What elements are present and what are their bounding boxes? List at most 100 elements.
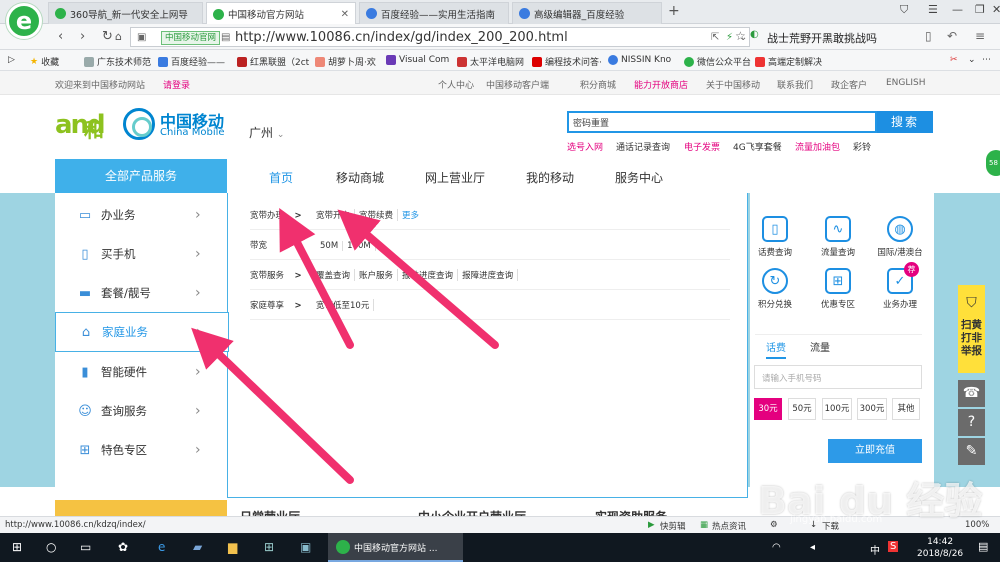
hot-keyword[interactable]: 流量加油包: [795, 140, 840, 153]
hot-keyword[interactable]: 4G飞享套餐: [733, 140, 782, 153]
store-icon[interactable]: ⊞: [264, 540, 274, 554]
folder-icon[interactable]: ▆: [228, 540, 237, 554]
sidebar-toggle-icon[interactable]: ▷: [8, 55, 15, 65]
undo-icon[interactable]: ↶: [947, 29, 957, 43]
hot-keyword[interactable]: 通话记录查询: [616, 140, 670, 153]
city-selector[interactable]: 广州 ⌄: [249, 124, 284, 141]
browser-tab[interactable]: 百度经验——实用生活指南: [359, 2, 509, 24]
top-link[interactable]: 联系我们: [777, 78, 813, 91]
bookmark[interactable]: 编程技术问答·: [532, 55, 602, 68]
top-link[interactable]: 中国移动客户端: [486, 78, 549, 91]
cortana-icon[interactable]: ○: [46, 540, 56, 554]
recharge-button[interactable]: 立即充值: [828, 439, 922, 463]
apps-icon[interactable]: ⋯: [982, 55, 991, 65]
nav-service-center[interactable]: 服务中心: [615, 169, 663, 186]
amount-option[interactable]: 50元: [788, 398, 816, 420]
sidebar-item-business[interactable]: ▭ 办业务 ›: [55, 195, 227, 235]
phone-icon[interactable]: ▯: [925, 29, 932, 43]
lightning-icon[interactable]: ⚡: [726, 32, 733, 43]
forward-icon[interactable]: ›: [80, 29, 85, 44]
status-item[interactable]: 快剪辑: [660, 520, 686, 532]
sidebar-item-special[interactable]: ⊞ 特色专区 ›: [55, 430, 227, 470]
panel-link[interactable]: 宽带开户: [312, 209, 356, 221]
top-link[interactable]: ENGLISH: [886, 78, 926, 88]
star-icon[interactable]: ☆: [735, 29, 746, 43]
browser-search-text[interactable]: 战士荒野开黑敢挑战吗: [767, 30, 877, 46]
quick-business-handle[interactable]: ✓ 业务办理: [872, 268, 928, 310]
bookmark[interactable]: 高端定制解决: [755, 55, 822, 68]
top-link[interactable]: 个人中心: [438, 78, 474, 91]
url-input[interactable]: ▣ 中国移动官网 ▤ http://www.10086.cn/index/gd/…: [130, 27, 750, 47]
feedback-icon[interactable]: ✎: [958, 438, 985, 465]
bookmark[interactable]: 红黑联盟（2ct: [237, 55, 309, 68]
volume-icon[interactable]: ◂: [810, 542, 815, 553]
taskbar-app-browser[interactable]: 中国移动官方网站 ...: [328, 533, 463, 562]
login-link[interactable]: 请登录: [163, 78, 190, 91]
bookmark[interactable]: 胡萝卜周·欢: [315, 55, 376, 68]
bookmark[interactable]: NISSIN Kno: [608, 55, 671, 65]
help-icon[interactable]: ?: [958, 409, 985, 436]
amount-option[interactable]: 30元: [754, 398, 782, 420]
wifi-icon[interactable]: ◠: [772, 542, 781, 553]
panel-link[interactable]: 100M: [343, 241, 376, 251]
chevron-down-icon[interactable]: ⌄: [968, 55, 976, 65]
sidebar-item-family[interactable]: ⌂ 家庭业务 ›: [55, 312, 229, 352]
bookmark[interactable]: Visual Com: [386, 55, 449, 65]
quick-data-query[interactable]: ∿ 流量查询: [810, 216, 866, 258]
and-logo-he[interactable]: 和: [84, 114, 104, 143]
amount-option[interactable]: 300元: [857, 398, 887, 420]
nav-mall[interactable]: 移动商城: [336, 169, 384, 186]
customer-service-icon[interactable]: ☎: [958, 380, 985, 407]
quick-points-exchange[interactable]: ↻ 积分兑换: [747, 268, 803, 310]
notification-icon[interactable]: ▤: [978, 540, 988, 553]
amount-option[interactable]: 其他: [892, 398, 920, 420]
system-clock[interactable]: 14:42 2018/8/26: [917, 536, 963, 560]
quick-international[interactable]: ◍ 国际/港澳台: [872, 216, 928, 258]
browser-tab[interactable]: 360导航_新一代安全上网导: [48, 2, 203, 24]
quick-bill-query[interactable]: ▯ 话费查询: [747, 216, 803, 258]
site-search-input[interactable]: 密码重置: [567, 111, 877, 133]
edge-icon[interactable]: e: [158, 540, 165, 554]
sogou-icon[interactable]: S: [888, 541, 899, 552]
search-green-icon[interactable]: ◐: [750, 29, 759, 40]
amount-option[interactable]: 100元: [822, 398, 852, 420]
panel-link[interactable]: 宽带低至10元: [312, 299, 375, 311]
back-icon[interactable]: ‹: [58, 29, 63, 44]
shirt-icon[interactable]: ⛉: [900, 3, 908, 17]
panel-link[interactable]: 账户服务: [355, 269, 399, 281]
top-link[interactable]: 能力开放商店: [634, 78, 688, 91]
refresh-icon[interactable]: ↻: [102, 29, 113, 44]
browser-tab[interactable]: 高级编辑器_百度经验: [512, 2, 662, 24]
laptop-icon[interactable]: ▰: [193, 540, 202, 554]
speed-badge[interactable]: 58: [986, 150, 1000, 176]
top-link[interactable]: 关于中国移动: [706, 78, 760, 91]
panel-link[interactable]: 宽带续费: [355, 209, 399, 221]
bookmark[interactable]: 微信公众平台: [684, 55, 751, 68]
bookmark[interactable]: 广东技术师范: [84, 55, 151, 68]
sidebar-item-query[interactable]: ☺ 查询服务 ›: [55, 391, 227, 431]
windows-start-icon[interactable]: ⊞: [12, 540, 22, 554]
panel-more-link[interactable]: 更多: [398, 209, 423, 221]
phone-number-input[interactable]: 请输入手机号码: [754, 365, 922, 389]
browser-tab-active[interactable]: 中国移动官方网站 ✕: [206, 2, 356, 25]
close-window-button[interactable]: ✕: [992, 3, 1000, 16]
tab-data[interactable]: 流量: [810, 339, 830, 354]
hot-keyword[interactable]: 选号入网: [567, 140, 603, 153]
promo-banner[interactable]: [55, 500, 227, 516]
panel-link[interactable]: 覆盖查询: [312, 269, 356, 281]
panel-link[interactable]: 报障进度查询: [458, 269, 519, 281]
share-icon[interactable]: ⇱: [711, 32, 719, 43]
bookmark[interactable]: 百度经验——: [158, 55, 225, 68]
bookmark[interactable]: ★ 收藏: [30, 55, 59, 69]
top-link[interactable]: 政企客户: [831, 78, 867, 91]
fan-icon[interactable]: ✿: [118, 540, 128, 554]
top-link[interactable]: 积分商城: [580, 78, 616, 91]
task-view-icon[interactable]: ▭: [80, 540, 91, 554]
nav-my-mobile[interactable]: 我的移动: [526, 169, 574, 186]
ime-indicator[interactable]: 中: [870, 542, 880, 557]
status-item[interactable]: 热点资讯: [712, 520, 746, 532]
china-mobile-logo-icon[interactable]: [123, 108, 155, 140]
sidebar-item-smart-hardware[interactable]: ▮ 智能硬件 ›: [55, 352, 227, 392]
nav-home[interactable]: 首页: [269, 169, 293, 186]
nav-online-hall[interactable]: 网上营业厅: [425, 169, 485, 186]
